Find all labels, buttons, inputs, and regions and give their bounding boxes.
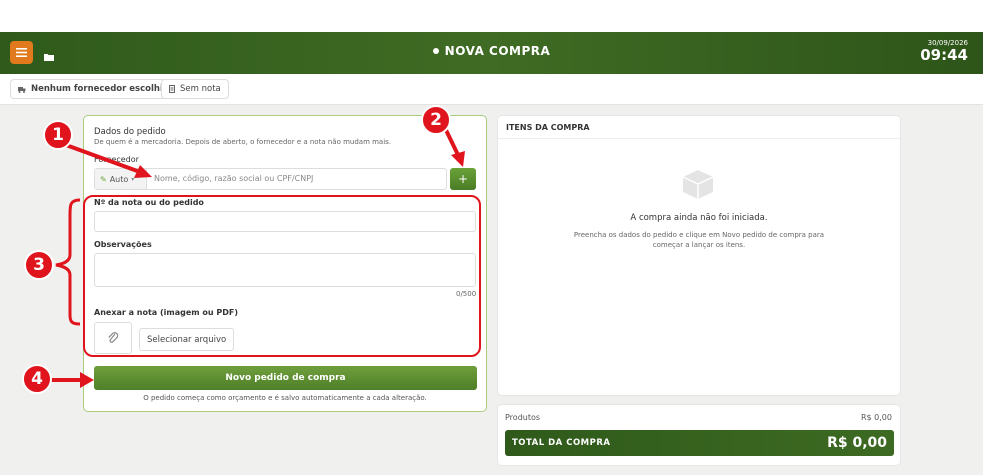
products-label: Produtos [505, 413, 541, 422]
supplier-search: ✎ Auto ▾ Nome, código, razão social ou C… [94, 168, 447, 190]
items-panel: ITENS DA COMPRA A compra ainda não foi i… [497, 115, 901, 396]
invoice-chip-label: Sem nota [180, 84, 221, 94]
empty-state-title: A compra ainda não foi iniciada. [630, 213, 768, 223]
chevron-down-icon: ▾ [131, 175, 135, 183]
supplier-search-input[interactable]: Nome, código, razão social ou CPF/CNPJ [154, 174, 313, 183]
total-value: R$ 0,00 [827, 435, 887, 451]
divider [498, 138, 900, 139]
context-bar: Nenhum fornecedor escolhido Sem nota [0, 74, 983, 105]
page-title-text: NOVA COMPRA [444, 44, 551, 58]
page-title: NOVA COMPRA [0, 44, 983, 58]
autosave-hint: O pedido começa como orçamento e é salvo… [143, 394, 427, 402]
truck-icon [18, 86, 26, 93]
annotation-badge-4: 4 [22, 364, 52, 394]
supplier-chip-label: Nenhum fornecedor escolhido [31, 84, 175, 94]
annotation-highlight-box [83, 195, 481, 357]
clock: 30/09/2026 09:44 [920, 39, 968, 63]
items-panel-title: ITENS DA COMPRA [506, 123, 590, 132]
products-value: R$ 0,00 [860, 413, 892, 422]
annotation-badge-2: 2 [421, 105, 451, 135]
magic-wand-icon: ✎ [100, 174, 107, 184]
app-header: NOVA COMPRA 30/09/2026 09:44 [0, 32, 983, 74]
section-subtitle: De quem é a mercadoria. Depois de aberto… [94, 138, 392, 146]
top-whitespace [0, 0, 983, 32]
annotation-badge-3: 3 [24, 250, 54, 280]
clock-time: 09:44 [920, 46, 968, 64]
document-icon [169, 85, 175, 93]
invoice-chip[interactable]: Sem nota [161, 79, 229, 99]
section-title: Dados do pedido [94, 127, 166, 137]
total-label: TOTAL DA COMPRA [512, 438, 611, 448]
auto-mode-select[interactable]: ✎ Auto ▾ [95, 169, 147, 189]
status-dot [432, 48, 439, 54]
new-order-button[interactable]: Novo pedido de compra [94, 366, 477, 390]
empty-state-subtitle: Preencha os dados do pedido e clique em … [573, 231, 825, 249]
auto-label: Auto [109, 174, 129, 184]
total-bar: TOTAL DA COMPRA R$ 0,00 [505, 430, 894, 456]
annotation-badge-1: 1 [43, 120, 73, 150]
add-supplier-button[interactable]: + [450, 168, 476, 190]
supplier-label: Fornecedor [94, 155, 139, 164]
supplier-chip[interactable]: Nenhum fornecedor escolhido [10, 79, 183, 99]
box-icon [680, 168, 716, 204]
totals-panel: Produtos R$ 0,00 TOTAL DA COMPRA R$ 0,00 [497, 404, 901, 466]
